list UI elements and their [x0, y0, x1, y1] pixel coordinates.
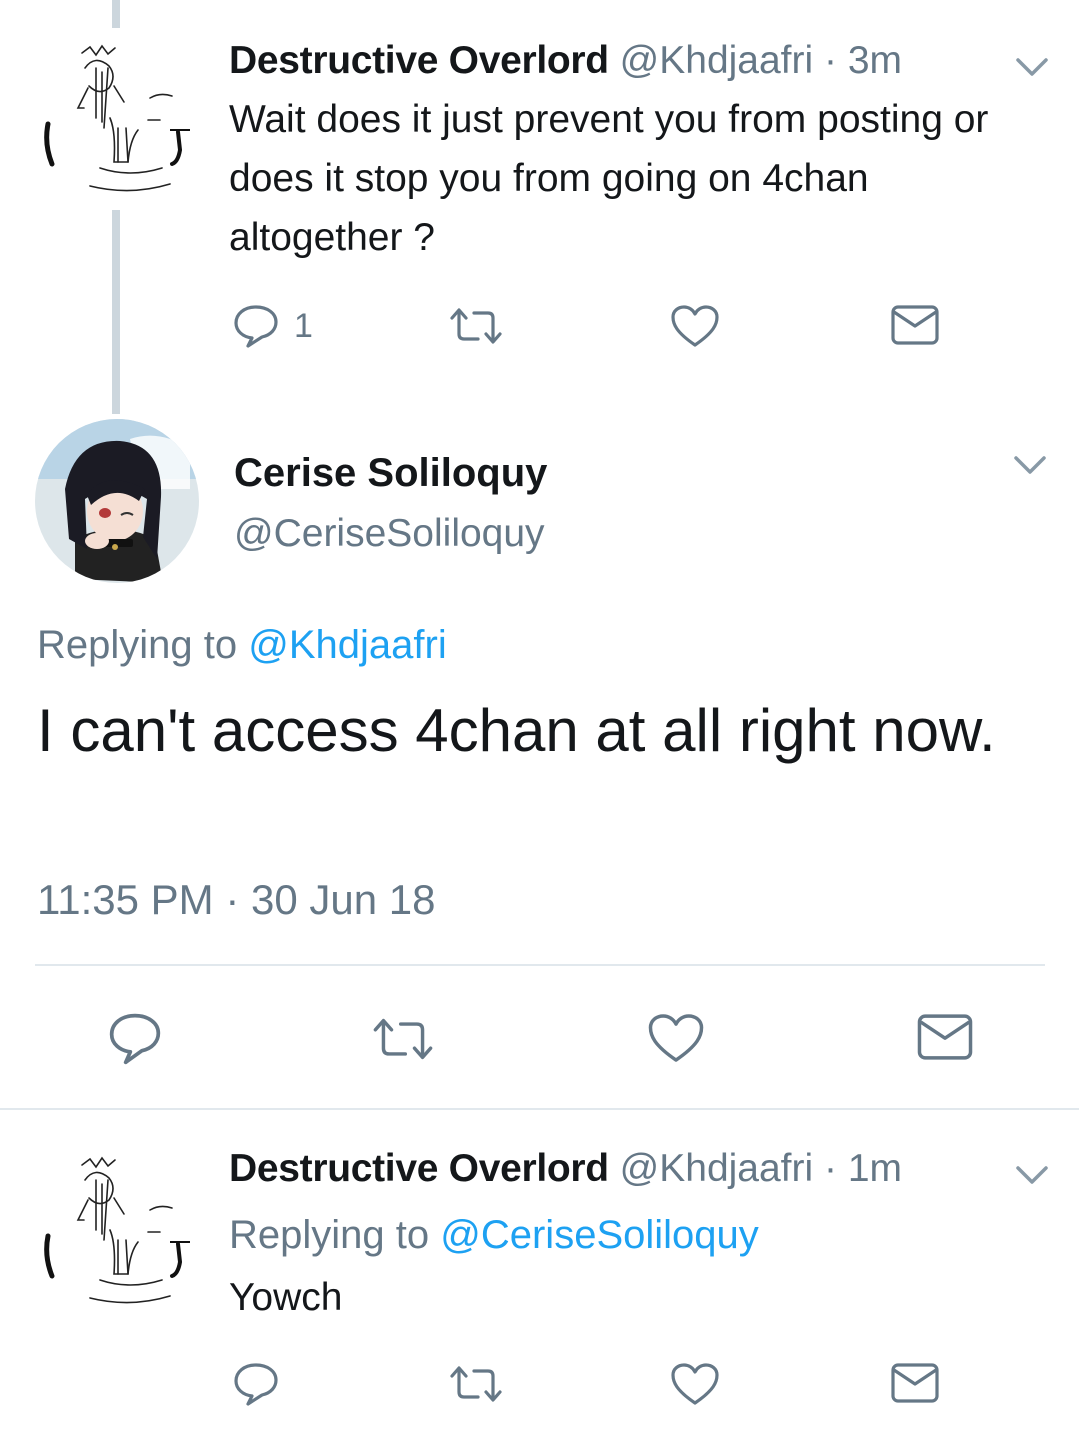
divider: [35, 964, 1045, 966]
retweet-button[interactable]: [370, 1016, 436, 1062]
like-button[interactable]: [670, 1362, 720, 1406]
author-handle[interactable]: @CeriseSoliloquy: [234, 510, 545, 558]
tweet-header: Destructive Overlord @Khdjaafri · 1m: [229, 1146, 902, 1192]
like-icon: [648, 1014, 704, 1062]
like-button[interactable]: [647, 1012, 705, 1064]
reply-button[interactable]: [107, 1012, 163, 1066]
retweet-icon: [450, 1366, 502, 1402]
sketch-avatar-icon: [44, 1156, 190, 1304]
avatar[interactable]: [30, 28, 210, 208]
author-name[interactable]: Destructive Overlord: [229, 39, 609, 82]
retweet-icon: [373, 1018, 433, 1060]
meta-separator: ·: [813, 1147, 848, 1190]
author-name[interactable]: Cerise Soliloquy: [234, 449, 547, 497]
dm-button[interactable]: [890, 304, 940, 346]
tweet-time[interactable]: 1m: [848, 1147, 902, 1190]
avatar[interactable]: [30, 1140, 210, 1320]
chevron-down-icon[interactable]: [1012, 52, 1052, 82]
like-button[interactable]: [670, 304, 720, 348]
sketch-avatar-icon: [44, 44, 190, 192]
reply-button[interactable]: 1: [232, 304, 313, 348]
meta-separator: ·: [813, 39, 848, 82]
dm-button[interactable]: [890, 1362, 940, 1404]
reply-count: 1: [294, 306, 313, 345]
tweet-time[interactable]: 3m: [848, 39, 902, 82]
chevron-down-icon[interactable]: [1012, 1160, 1052, 1190]
retweet-button[interactable]: [448, 1364, 504, 1404]
chevron-down-icon[interactable]: [1010, 450, 1050, 480]
author-handle[interactable]: @Khdjaafri: [620, 1147, 814, 1190]
reply-icon: [234, 1363, 278, 1406]
tweet-text: Yowch: [229, 1276, 343, 1319]
retweet-button[interactable]: [448, 306, 504, 346]
tweet-header: Destructive Overlord @Khdjaafri · 3m: [229, 38, 902, 84]
dm-icon: [917, 1014, 973, 1060]
thread-connector-top: [112, 0, 120, 28]
replying-label: Replying to: [37, 623, 238, 667]
dm-icon: [891, 305, 939, 345]
author-handle[interactable]: @Khdjaafri: [620, 39, 814, 82]
like-icon: [671, 1363, 719, 1405]
replying-to: Replying to @CeriseSoliloquy: [229, 1212, 759, 1258]
reply-icon: [109, 1013, 161, 1065]
replying-to-link[interactable]: @CeriseSoliloquy: [440, 1213, 759, 1257]
anime-avatar-icon: [35, 419, 199, 583]
avatar[interactable]: [35, 419, 199, 583]
replying-to: Replying to @Khdjaafri: [37, 622, 447, 668]
replying-to-link[interactable]: @Khdjaafri: [248, 623, 446, 667]
tweet-timestamp[interactable]: 11:35 PM · 30 Jun 18: [37, 875, 435, 925]
dm-button[interactable]: [916, 1012, 974, 1062]
like-icon: [671, 305, 719, 347]
replying-label: Replying to: [229, 1213, 430, 1257]
reply-button[interactable]: [232, 1362, 280, 1406]
thread-connector: [112, 210, 120, 414]
reply-icon: [234, 305, 278, 348]
author-name[interactable]: Destructive Overlord: [229, 1147, 609, 1190]
retweet-icon: [450, 308, 502, 344]
divider: [0, 1108, 1079, 1110]
tweet-text: Wait does it just prevent you from posti…: [229, 98, 989, 259]
tweet-text: I can't access 4chan at all right now.: [37, 697, 996, 764]
dm-icon: [891, 1363, 939, 1403]
